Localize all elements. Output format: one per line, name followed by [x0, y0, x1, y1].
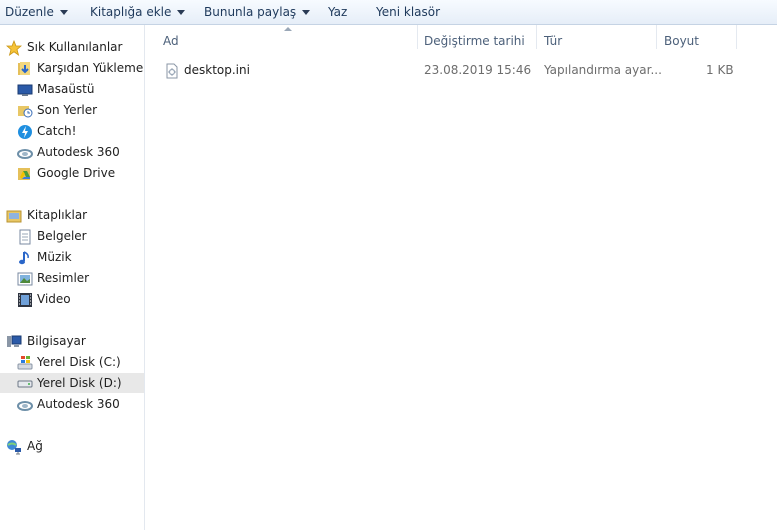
catch-bolt-icon — [17, 124, 33, 139]
file-name: desktop.ini — [184, 63, 250, 77]
sidebar-favorites-label: Sık Kullanılanlar — [27, 40, 123, 54]
sidebar-item-label: Belgeler — [37, 229, 87, 243]
sidebar-computer-header[interactable]: Bilgisayar — [0, 331, 144, 351]
autodesk-360-icon — [17, 397, 33, 411]
sidebar-item-label: Google Drive — [37, 166, 116, 180]
sidebar-item-label: Son Yerler — [37, 103, 98, 117]
sidebar-libraries-label: Kitaplıklar — [27, 208, 88, 222]
sidebar-item-catch[interactable]: Catch! — [0, 121, 144, 141]
sidebar-item-label: Yerel Disk (D:) — [37, 376, 122, 390]
autodesk-360-icon — [17, 145, 33, 159]
sidebar-item-pictures[interactable]: Resimler — [0, 268, 144, 288]
file-size: 1 KB — [706, 63, 734, 77]
sidebar-item-drive-c[interactable]: Yerel Disk (C:) — [0, 352, 144, 372]
chevron-down-icon — [302, 10, 311, 15]
chevron-down-icon — [177, 10, 186, 15]
sidebar-item-autodesk-360-computer[interactable]: Autodesk 360 — [0, 394, 144, 414]
organize-button[interactable]: Düzenle — [5, 0, 68, 24]
sidebar-item-label: Yerel Disk (C:) — [37, 355, 121, 369]
file-row[interactable]: desktop.ini 23.08.2019 15:46 Yapılandırm… — [145, 60, 777, 80]
command-bar: Düzenle Kitaplığa ekle Bununla paylaş Ya… — [0, 0, 777, 25]
sidebar-network-header[interactable]: Ağ — [0, 436, 144, 456]
share-with-button[interactable]: Bununla paylaş — [204, 0, 311, 24]
sidebar-item-desktop[interactable]: Masaüstü — [0, 79, 144, 99]
share-with-label: Bununla paylaş — [204, 5, 297, 19]
sidebar-item-recent-places[interactable]: Son Yerler — [0, 100, 144, 120]
downloads-folder-icon — [17, 61, 33, 75]
sidebar-item-label: Karşıdan Yüklemeler — [37, 61, 144, 75]
column-header-type[interactable]: Tür — [536, 25, 657, 49]
desktop-icon — [17, 82, 33, 96]
column-header-label: Ad — [163, 34, 179, 48]
add-to-library-button[interactable]: Kitaplığa ekle — [90, 0, 186, 24]
star-icon — [5, 39, 23, 56]
google-drive-folder-icon — [17, 166, 33, 180]
sidebar-item-label: Resimler — [37, 271, 90, 285]
column-header-label: Değiştirme tarihi — [424, 34, 525, 48]
sidebar-item-video[interactable]: Video — [0, 289, 144, 309]
column-header-label: Tür — [544, 34, 563, 48]
burn-button[interactable]: Yaz — [328, 0, 347, 24]
column-header-date[interactable]: Değiştirme tarihi — [416, 25, 537, 49]
navigation-pane[interactable]: Sık Kullanılanlar Karşıdan Yüklemeler Ma… — [0, 25, 145, 530]
recent-places-icon — [17, 103, 33, 118]
sidebar-item-label: Autodesk 360 — [37, 397, 120, 411]
new-folder-button[interactable]: Yeni klasör — [376, 0, 440, 24]
sidebar-item-label: Autodesk 360 — [37, 145, 120, 159]
column-header-name[interactable]: Ad — [155, 25, 418, 49]
pictures-icon — [17, 271, 33, 286]
libraries-icon — [6, 208, 22, 223]
video-icon — [17, 292, 33, 307]
new-folder-label: Yeni klasör — [376, 5, 441, 19]
computer-icon — [6, 334, 22, 348]
windows-drive-icon — [17, 355, 33, 370]
documents-icon — [17, 229, 33, 245]
sidebar-item-label: Video — [37, 292, 71, 306]
burn-label: Yaz — [328, 5, 348, 19]
sidebar-item-drive-d[interactable]: Yerel Disk (D:) — [0, 373, 144, 393]
config-file-icon — [164, 63, 180, 79]
column-header-label: Boyut — [664, 34, 699, 48]
music-icon — [17, 250, 33, 265]
sidebar-network-label: Ağ — [27, 439, 43, 453]
add-to-library-label: Kitaplığa ekle — [90, 5, 172, 19]
drive-icon — [17, 376, 33, 390]
sidebar-favorites-header[interactable]: Sık Kullanılanlar — [0, 37, 144, 57]
network-icon — [6, 439, 22, 455]
sidebar-item-label: Catch! — [37, 124, 77, 138]
sidebar-item-label: Müzik — [37, 250, 72, 264]
sidebar-item-google-drive[interactable]: Google Drive — [0, 163, 144, 183]
file-list[interactable]: Ad Değiştirme tarihi Tür Boyut desktop.i… — [145, 25, 777, 530]
sidebar-item-label: Masaüstü — [37, 82, 95, 96]
file-date: 23.08.2019 15:46 — [424, 63, 532, 77]
organize-label: Düzenle — [5, 5, 54, 19]
chevron-down-icon — [59, 10, 68, 15]
column-header-size[interactable]: Boyut — [656, 25, 737, 49]
sidebar-libraries-header[interactable]: Kitaplıklar — [0, 205, 144, 225]
sidebar-item-downloads[interactable]: Karşıdan Yüklemeler — [0, 58, 144, 78]
sidebar-item-documents[interactable]: Belgeler — [0, 226, 144, 246]
file-type: Yapılandırma ayar... — [544, 63, 662, 77]
sidebar-item-autodesk-360[interactable]: Autodesk 360 — [0, 142, 144, 162]
sidebar-computer-label: Bilgisayar — [27, 334, 86, 348]
sidebar-item-music[interactable]: Müzik — [0, 247, 144, 267]
